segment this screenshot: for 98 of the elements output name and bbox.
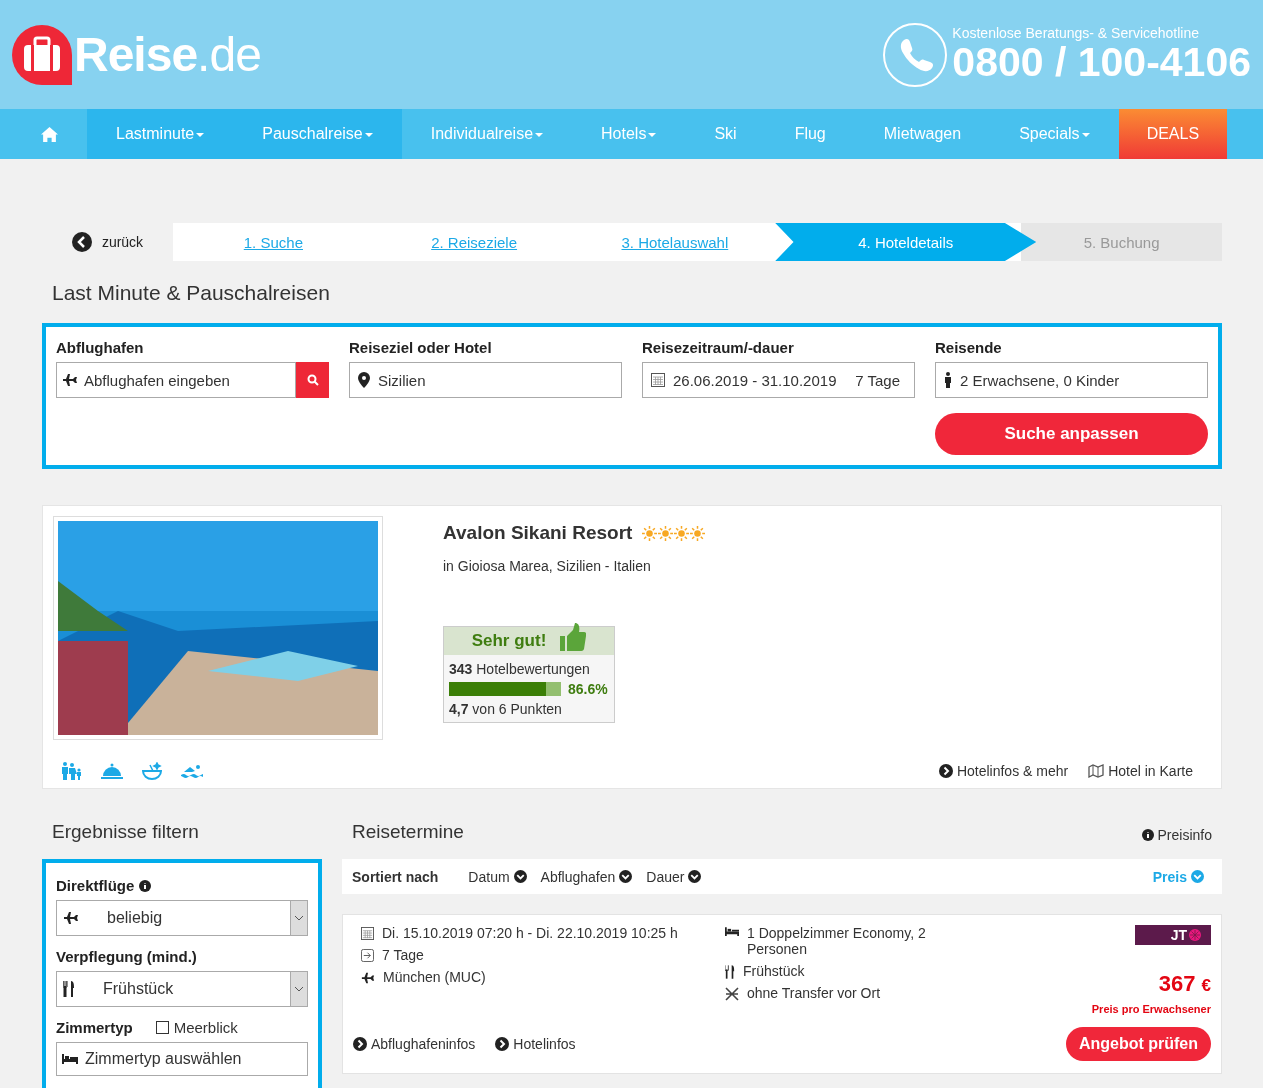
chevron-right-icon: [495, 1037, 510, 1051]
price-note: Preis pro Erwachsener: [1091, 1003, 1211, 1015]
thumbs-up-icon: [560, 623, 587, 653]
hotel-info-link[interactable]: Hotelinfos & mehr: [938, 763, 1069, 779]
arrow-into-box-icon: [361, 949, 374, 962]
caret-icon: [1081, 133, 1090, 137]
sun-star-icon: [690, 525, 706, 541]
departure-airport: München (MUC): [383, 969, 486, 985]
transfer-info: ohne Transfer vor Ort: [747, 985, 881, 1001]
caret-icon: [196, 133, 205, 137]
chevron-right-icon: [938, 764, 953, 778]
location-pin-icon: [358, 372, 370, 388]
board-select[interactable]: Frühstück: [56, 971, 308, 1007]
offer-price: 367 €: [1158, 971, 1211, 997]
caret-icon: [648, 133, 657, 137]
field-label: Reisende: [935, 339, 1003, 356]
room-description: 1 Doppelzimmer Economy, 2 Personen: [747, 925, 927, 957]
sun-star-icon: [658, 525, 674, 541]
calendar-icon: [361, 927, 374, 940]
map-icon: [1088, 764, 1105, 778]
chevron-down-icon: [1191, 870, 1204, 883]
field-label: Reiseziel oder Hotel: [349, 339, 493, 356]
search-icon: [306, 374, 319, 386]
family-icon: [61, 762, 83, 780]
direct-flights-select[interactable]: beliebig: [56, 900, 308, 936]
airplane-icon: [63, 910, 79, 926]
hotel-location: in Gioiosa Marea, Sizilien - Italien: [443, 558, 651, 574]
section-title: Last Minute & Pauschalreisen: [52, 281, 331, 305]
nav-tab[interactable]: Pauschalreise: [233, 109, 402, 159]
airport-input[interactable]: Abflughafen eingeben: [56, 362, 296, 398]
chevron-down-icon: [688, 870, 702, 883]
chevron-down-icon: [295, 915, 303, 921]
caret-icon: [535, 133, 544, 137]
hotel-map-link[interactable]: Hotel in Karte: [1088, 763, 1193, 779]
nav-tab[interactable]: Lastminute: [87, 109, 234, 159]
field-label: Reisezeitraum/-dauer: [642, 339, 795, 356]
chevron-left-icon: [71, 232, 92, 252]
cutlery-icon: [725, 965, 735, 979]
hotline-label: Kostenlose Beratungs- & Servicehotline: [952, 24, 1201, 41]
check-offer-button[interactable]: Angebot prüfen: [1065, 1027, 1211, 1061]
chevron-down-icon: [513, 870, 527, 883]
price-info-link[interactable]: Preisinfo: [1141, 827, 1212, 843]
back-link[interactable]: zurück: [42, 223, 173, 261]
person-icon: [944, 372, 952, 388]
phone-icon: [882, 21, 949, 88]
calendar-icon: [651, 373, 665, 387]
sea-view-checkbox[interactable]: Meerblick: [155, 1019, 238, 1036]
chevron-right-icon: [353, 1037, 367, 1051]
home-icon: [41, 126, 58, 142]
crossed-transfer-icon: [725, 987, 739, 1001]
board-type: Frühstück: [743, 963, 805, 979]
adjust-search-button[interactable]: Suche anpassen: [935, 413, 1208, 455]
filter-label: Zimmertyp: [56, 1019, 133, 1036]
bed-icon: [725, 927, 739, 936]
chevron-down-icon: [619, 870, 633, 883]
cutlery-icon: [63, 981, 75, 997]
chevron-down-icon: [295, 986, 303, 992]
search-field[interactable]: 2 Erwachsene, 0 Kinder: [935, 362, 1208, 398]
sun-star-icon: [642, 525, 658, 541]
step-link[interactable]: 3. Hotelauswahl: [621, 233, 729, 251]
sort-option[interactable]: Datum: [468, 868, 527, 885]
search-button[interactable]: [296, 362, 329, 398]
filter-label: Verpflegung (mind.): [56, 948, 197, 965]
review-count: 343 Hotelbewertungen: [449, 661, 591, 677]
travel-period: Di. 15.10.2019 07:20 h - Di. 22.10.2019 10:25 h: [382, 925, 678, 941]
airport-info-link[interactable]: Abflughafeninfos: [353, 1036, 476, 1052]
info-icon[interactable]: [139, 879, 152, 892]
tour-operator-logo: JT: [1134, 925, 1211, 945]
deals-tab[interactable]: DEALS: [1118, 109, 1228, 159]
info-icon: [1141, 829, 1154, 841]
swimmer-icon: [181, 764, 203, 778]
airplane-icon: [361, 971, 375, 985]
sort-option[interactable]: Abflughafen: [540, 868, 633, 885]
rating-title: Sehr gut!: [471, 630, 547, 652]
hotel-info-link[interactable]: Hotelinfos: [495, 1036, 576, 1052]
service-bell-icon: [101, 763, 123, 779]
rating-percent: 86.6%: [568, 681, 608, 697]
field-label: Abflughafen: [56, 339, 145, 356]
filter-label: Direktflüge: [56, 877, 135, 894]
sun-star-icon: [674, 525, 690, 541]
sort-option[interactable]: Preis: [1152, 868, 1204, 885]
hotel-name: Avalon Sikani Resort: [443, 522, 633, 544]
sort-option[interactable]: Dauer: [646, 868, 702, 885]
step-link[interactable]: 2. Reiseziele: [431, 233, 518, 251]
search-field[interactable]: Sizilien: [349, 362, 622, 398]
room-type-input[interactable]: Zimmertyp auswählen: [56, 1042, 308, 1076]
filter-title: Ergebnisse filtern: [52, 821, 200, 844]
suitcase-logo-icon: [12, 24, 72, 85]
step-link[interactable]: 1. Suche: [243, 233, 303, 251]
spa-bowl-icon: [141, 762, 163, 780]
current-step: 4. Hoteldetails: [775, 223, 1037, 261]
caret-icon: [364, 133, 373, 137]
dates-title: Reisetermine: [352, 821, 464, 844]
rating-score: 4,7 von 6 Punkten: [449, 701, 563, 717]
upcoming-step: 5. Buchung: [1021, 223, 1222, 261]
sort-label: Sortiert nach: [352, 868, 439, 885]
travel-duration: 7 Tage: [382, 947, 424, 963]
search-field[interactable]: 26.06.2019 - 31.10.2019 7 Tage: [642, 362, 915, 398]
